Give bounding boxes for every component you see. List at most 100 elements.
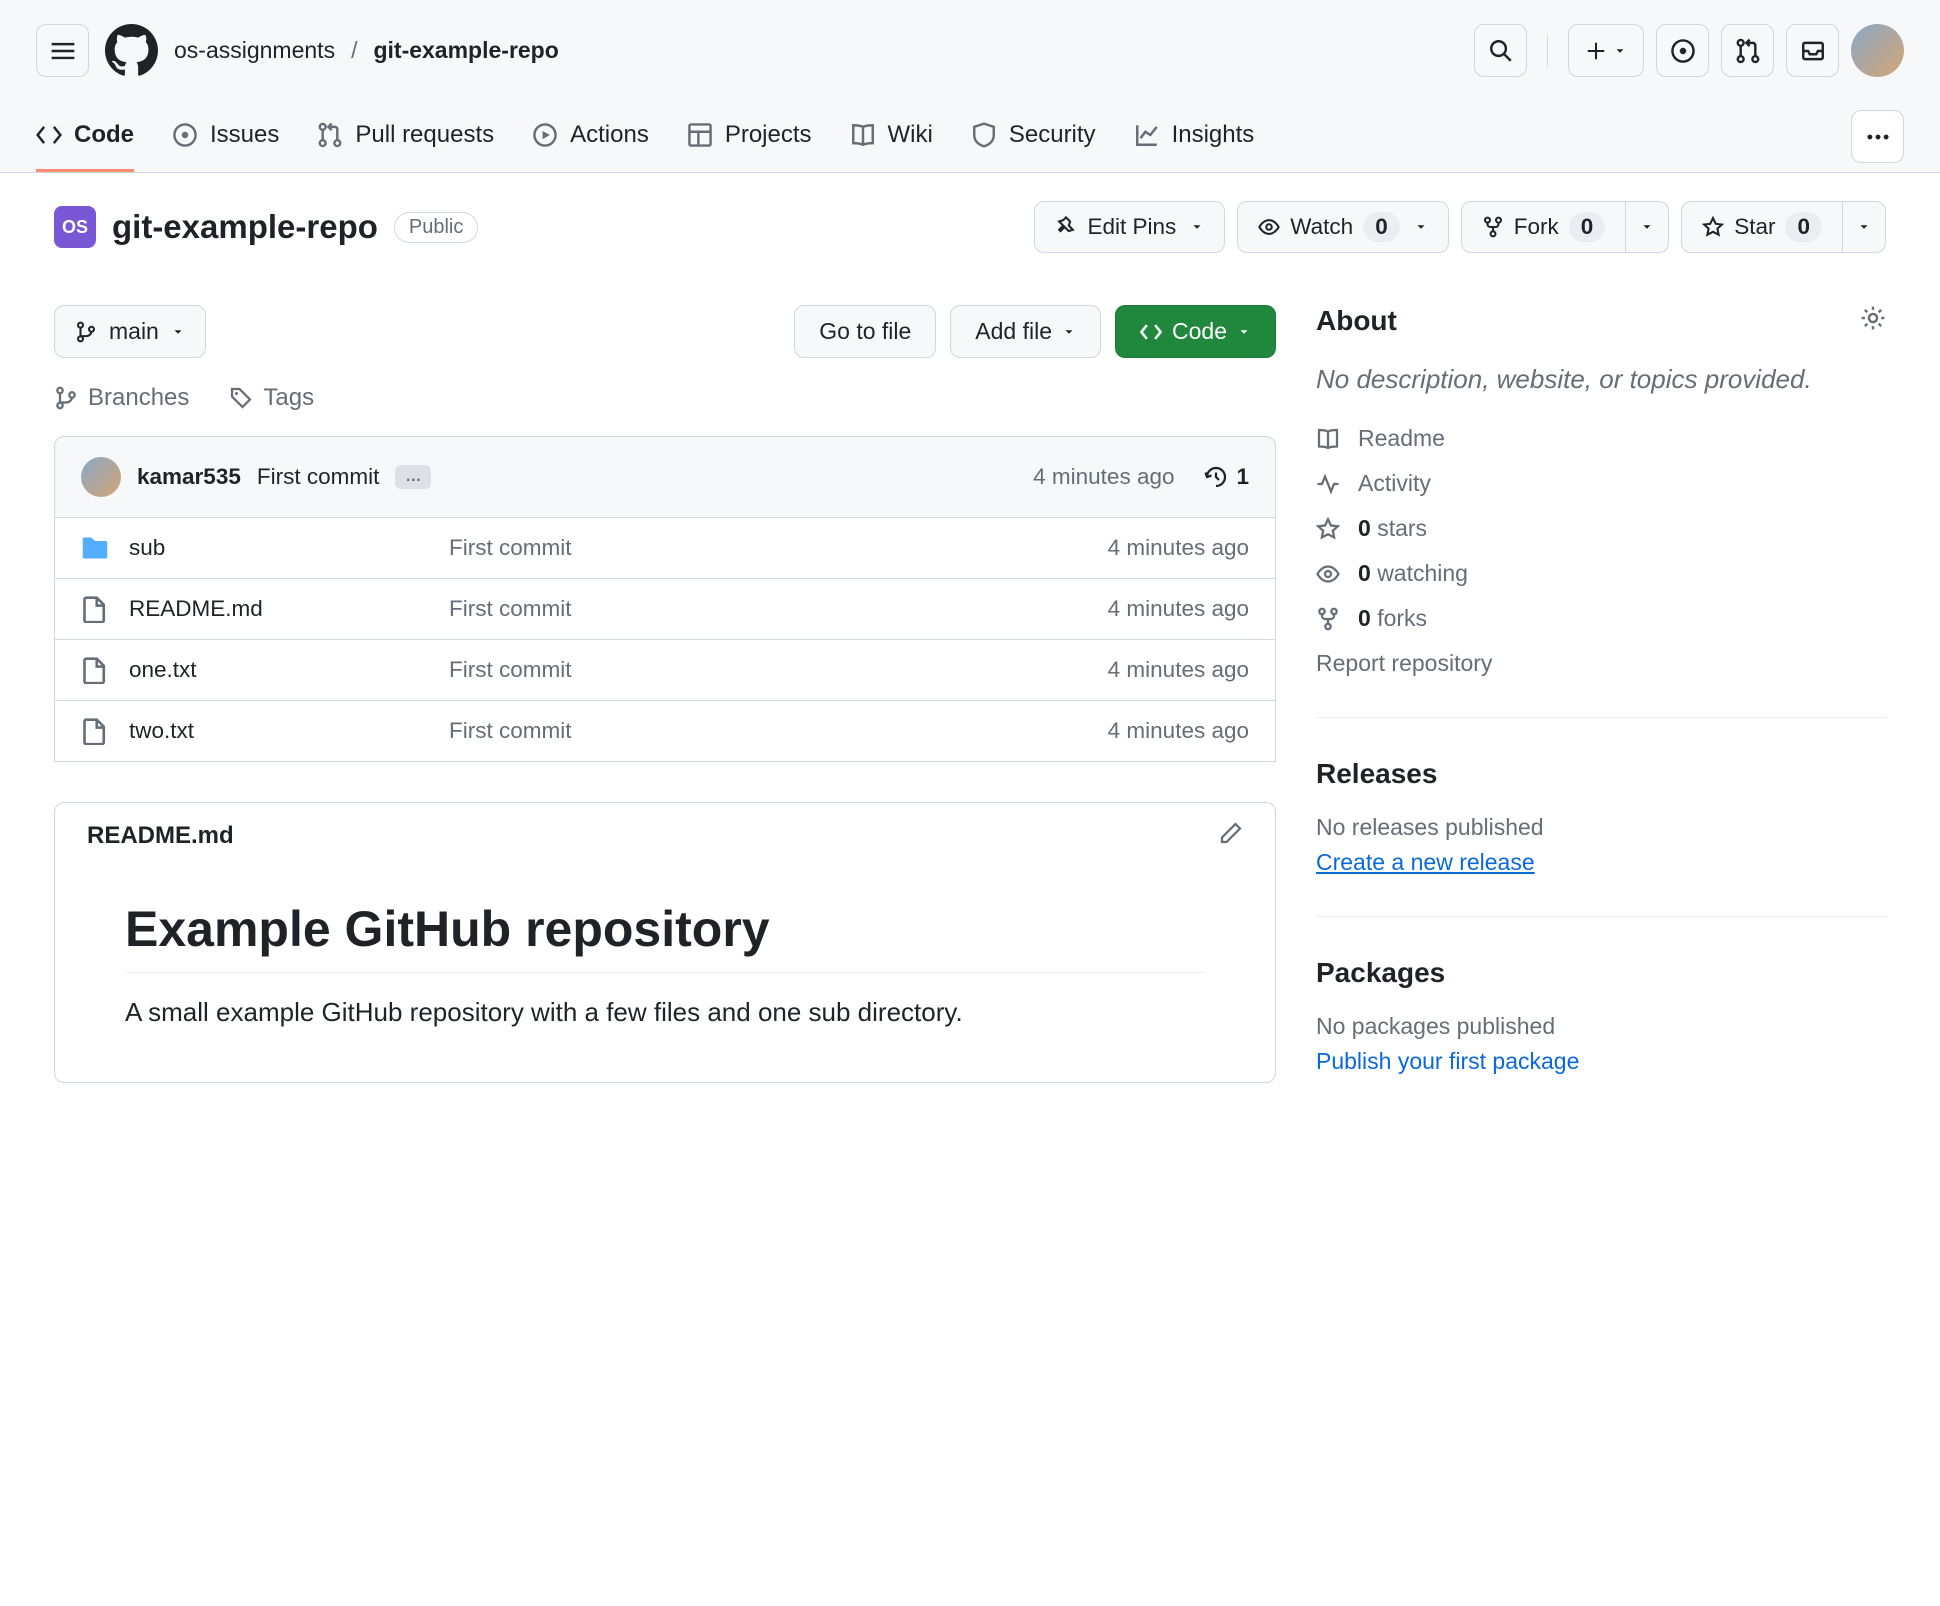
file-row[interactable]: one.txtFirst commit4 minutes ago bbox=[55, 640, 1275, 701]
pull-request-icon bbox=[1735, 38, 1761, 64]
watching-link[interactable]: 0 watching bbox=[1316, 560, 1886, 587]
forks-text: 0 forks bbox=[1358, 605, 1427, 632]
pull-request-icon bbox=[317, 122, 343, 148]
tab-code-label: Code bbox=[74, 121, 134, 149]
commit-meta: 4 minutes ago 1 bbox=[1033, 464, 1249, 490]
tab-actions[interactable]: Actions bbox=[532, 101, 649, 172]
eye-icon bbox=[1316, 562, 1340, 586]
edit-readme-button[interactable] bbox=[1219, 821, 1243, 851]
watching-text: 0 watching bbox=[1358, 560, 1468, 587]
pin-icon bbox=[1055, 216, 1077, 238]
file-row[interactable]: two.txtFirst commit4 minutes ago bbox=[55, 701, 1275, 761]
star-button[interactable]: Star 0 bbox=[1681, 201, 1843, 253]
eye-icon bbox=[1258, 216, 1280, 238]
branches-link[interactable]: Branches bbox=[54, 384, 189, 412]
file-list: subFirst commit4 minutes agoREADME.mdFir… bbox=[54, 518, 1276, 762]
issues-button[interactable] bbox=[1656, 24, 1709, 77]
file-row[interactable]: subFirst commit4 minutes ago bbox=[55, 518, 1275, 579]
pull-requests-button[interactable] bbox=[1721, 24, 1774, 77]
inbox-icon bbox=[1800, 38, 1826, 64]
code-button[interactable]: Code bbox=[1115, 305, 1276, 358]
commit-author[interactable]: kamar535 bbox=[137, 464, 241, 490]
watch-button[interactable]: Watch 0 bbox=[1237, 201, 1448, 253]
branches-tags: Branches Tags bbox=[54, 374, 1276, 436]
sidebar-about: About No description, website, or topics… bbox=[1316, 305, 1886, 718]
commit-ellipsis[interactable]: … bbox=[395, 465, 431, 489]
forks-link[interactable]: 0 forks bbox=[1316, 605, 1886, 632]
readme-filename[interactable]: README.md bbox=[87, 822, 234, 850]
shield-icon bbox=[971, 122, 997, 148]
code-icon bbox=[36, 122, 62, 148]
commit-message[interactable]: First commit bbox=[257, 464, 380, 490]
hamburger-menu[interactable] bbox=[36, 24, 89, 77]
fork-dropdown[interactable] bbox=[1626, 201, 1669, 253]
repo-title: git-example-repo bbox=[112, 208, 378, 246]
commit-count-link[interactable]: 1 bbox=[1204, 464, 1249, 490]
readme-link-label: Readme bbox=[1358, 425, 1445, 452]
more-menu[interactable] bbox=[1851, 110, 1904, 163]
packages-none: No packages published bbox=[1316, 1013, 1886, 1040]
file-time: 4 minutes ago bbox=[1108, 596, 1249, 622]
readme-link[interactable]: Readme bbox=[1316, 425, 1886, 452]
fork-count: 0 bbox=[1569, 212, 1606, 242]
file-commit-msg: First commit bbox=[449, 596, 1088, 622]
sidebar-about-header: About bbox=[1316, 305, 1886, 337]
commit-avatar[interactable] bbox=[81, 457, 121, 497]
activity-link[interactable]: Activity bbox=[1316, 470, 1886, 497]
settings-button[interactable] bbox=[1860, 305, 1886, 337]
commit-count: 1 bbox=[1236, 464, 1249, 490]
file-commit-msg: First commit bbox=[449, 657, 1088, 683]
tab-pulls[interactable]: Pull requests bbox=[317, 101, 494, 172]
star-dropdown[interactable] bbox=[1843, 201, 1886, 253]
edit-pins-label: Edit Pins bbox=[1087, 214, 1176, 240]
github-logo[interactable] bbox=[105, 24, 158, 77]
stars-link[interactable]: 0 stars bbox=[1316, 515, 1886, 542]
tab-code[interactable]: Code bbox=[36, 101, 134, 172]
tab-wiki[interactable]: Wiki bbox=[850, 101, 933, 172]
create-release-link[interactable]: Create a new release bbox=[1316, 849, 1535, 875]
publish-package-link[interactable]: Publish your first package bbox=[1316, 1048, 1579, 1074]
report-link[interactable]: Report repository bbox=[1316, 650, 1886, 677]
breadcrumb-sep: / bbox=[351, 37, 357, 64]
plus-icon bbox=[1585, 40, 1607, 62]
star-label: Star bbox=[1734, 214, 1775, 240]
repo-actions: Edit Pins Watch 0 Fork 0 Star 0 bbox=[1034, 201, 1886, 253]
star-icon bbox=[1316, 517, 1340, 541]
go-to-file-button[interactable]: Go to file bbox=[794, 305, 936, 358]
readme-header: README.md bbox=[55, 803, 1275, 870]
tab-security[interactable]: Security bbox=[971, 101, 1096, 172]
tab-wiki-label: Wiki bbox=[888, 121, 933, 149]
avatar[interactable] bbox=[1851, 24, 1904, 77]
star-icon bbox=[1702, 216, 1724, 238]
book-icon bbox=[1316, 427, 1340, 451]
repo-org-icon: OS bbox=[54, 206, 96, 248]
search-button[interactable] bbox=[1474, 24, 1527, 77]
fork-button[interactable]: Fork 0 bbox=[1461, 201, 1627, 253]
file-row[interactable]: README.mdFirst commit4 minutes ago bbox=[55, 579, 1275, 640]
tab-security-label: Security bbox=[1009, 121, 1096, 149]
about-description: No description, website, or topics provi… bbox=[1316, 361, 1886, 397]
history-icon bbox=[1204, 465, 1228, 489]
caret-down-icon bbox=[1857, 220, 1871, 234]
tab-insights[interactable]: Insights bbox=[1134, 101, 1255, 172]
tab-issues[interactable]: Issues bbox=[172, 101, 279, 172]
readme-box: README.md Example GitHub repository A sm… bbox=[54, 802, 1276, 1083]
header-right bbox=[1474, 24, 1904, 77]
add-file-button[interactable]: Add file bbox=[950, 305, 1101, 358]
file-time: 4 minutes ago bbox=[1108, 718, 1249, 744]
watch-label: Watch bbox=[1290, 214, 1353, 240]
edit-pins-button[interactable]: Edit Pins bbox=[1034, 201, 1225, 253]
breadcrumb-org[interactable]: os-assignments bbox=[174, 37, 335, 64]
tags-link[interactable]: Tags bbox=[229, 384, 314, 412]
branches-label: Branches bbox=[88, 384, 189, 412]
tab-projects[interactable]: Projects bbox=[687, 101, 812, 172]
code-icon bbox=[1140, 321, 1162, 343]
notifications-button[interactable] bbox=[1786, 24, 1839, 77]
file-time: 4 minutes ago bbox=[1108, 535, 1249, 561]
branch-selector[interactable]: main bbox=[54, 305, 206, 358]
add-dropdown[interactable] bbox=[1568, 24, 1644, 77]
breadcrumb-repo[interactable]: git-example-repo bbox=[373, 37, 558, 64]
sidebar: About No description, website, or topics… bbox=[1316, 281, 1886, 1155]
code-label: Code bbox=[1172, 318, 1227, 345]
packages-title: Packages bbox=[1316, 957, 1445, 989]
